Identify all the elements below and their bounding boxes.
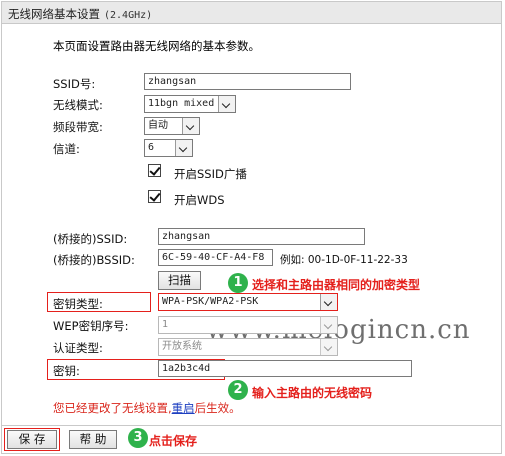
- restart-link[interactable]: 重启: [172, 401, 195, 415]
- page-title-text: 无线网络基本设置: [8, 7, 100, 21]
- wep-index-value: 1: [162, 319, 169, 330]
- bssid-example: 例如: 00-1D-0F-11-22-33: [280, 254, 408, 266]
- title-bar: 无线网络基本设置 (2.4GHz): [2, 2, 501, 24]
- ssid-broadcast-label: 开启SSID广播: [174, 167, 247, 181]
- page-title: 无线网络基本设置 (2.4GHz): [8, 6, 152, 22]
- chevron-down-icon: [175, 140, 192, 156]
- wds-checkbox[interactable]: [148, 190, 161, 203]
- step-badge-1: 1: [228, 273, 248, 293]
- bridge-bssid-label: (桥接的)BSSID:: [53, 253, 135, 267]
- chevron-down-icon: [320, 339, 337, 355]
- bandwidth-value: 自动: [148, 120, 168, 131]
- help-button[interactable]: 帮 助: [69, 430, 117, 449]
- auth-type-value: 开放系统: [162, 341, 202, 352]
- wep-index-select[interactable]: 1: [158, 316, 338, 334]
- warning-text-after: 后生效。: [194, 401, 241, 415]
- key-label: 密钥:: [53, 364, 80, 378]
- ssid-label: SSID号:: [53, 77, 96, 91]
- channel-label: 信道:: [53, 142, 80, 156]
- save-button[interactable]: 保 存: [7, 430, 57, 449]
- wireless-mode-value: 11bgn mixed: [148, 98, 215, 109]
- wireless-mode-select[interactable]: 11bgn mixed: [144, 95, 236, 113]
- step-badge-3: 3: [128, 428, 148, 448]
- button-divider: [2, 425, 501, 426]
- key-type-value: WPA-PSK/WPA2-PSK: [162, 296, 259, 307]
- warning-text: 您已经更改了无线设置,: [53, 401, 172, 415]
- ssid-broadcast-checkbox[interactable]: [148, 164, 161, 177]
- annotation-2: 输入主路由的无线密码: [252, 386, 373, 400]
- chevron-down-icon: [218, 96, 235, 112]
- wireless-mode-label: 无线模式:: [53, 98, 103, 112]
- key-input[interactable]: 1a2b3c4d: [158, 360, 412, 377]
- channel-value: 6: [148, 142, 155, 153]
- chevron-down-icon: [182, 118, 199, 134]
- key-type-label: 密钥类型:: [53, 297, 103, 311]
- restart-warning: 您已经更改了无线设置,重启后生效。: [53, 400, 241, 416]
- bandwidth-label: 频段带宽:: [53, 120, 103, 134]
- channel-select[interactable]: 6: [144, 139, 193, 157]
- bandwidth-select[interactable]: 自动: [144, 117, 200, 135]
- wds-label: 开启WDS: [174, 193, 225, 207]
- bridge-bssid-input[interactable]: 6C-59-40-CF-A4-F8: [158, 249, 273, 266]
- key-type-select[interactable]: WPA-PSK/WPA2-PSK: [158, 293, 338, 311]
- scan-button[interactable]: 扫描: [158, 271, 201, 290]
- bridge-ssid-input[interactable]: zhangsan: [158, 228, 365, 245]
- wep-index-label: WEP密钥序号:: [53, 319, 129, 333]
- step-badge-2: 2: [228, 380, 248, 400]
- auth-type-select[interactable]: 开放系统: [158, 338, 338, 356]
- page-description: 本页面设置路由器无线网络的基本参数。: [53, 39, 260, 53]
- auth-type-label: 认证类型:: [53, 341, 103, 355]
- chevron-down-icon: [320, 317, 337, 333]
- annotation-3: 点击保存: [149, 434, 198, 448]
- bridge-ssid-label: (桥接的)SSID:: [53, 232, 128, 246]
- annotation-1: 选择和主路由器相同的加密类型: [252, 278, 421, 292]
- ssid-input[interactable]: zhangsan: [144, 73, 351, 90]
- chevron-down-icon: [320, 294, 337, 310]
- band-label: (2.4GHz): [104, 10, 153, 21]
